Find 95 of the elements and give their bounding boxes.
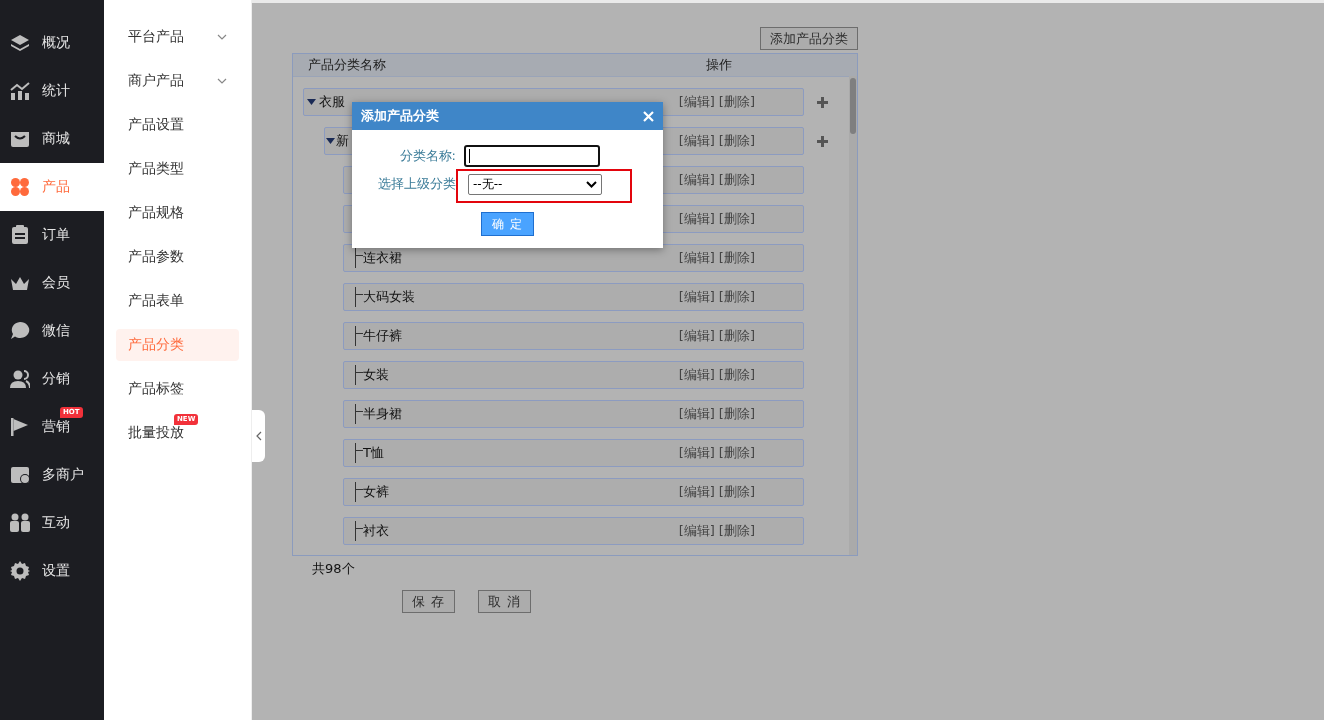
field-label: 分类名称: [398, 147, 456, 165]
tree-connector [355, 404, 363, 424]
scrollbar-thumb[interactable] [850, 78, 856, 134]
tree-connector [355, 365, 363, 385]
tree-connector [355, 287, 363, 307]
submenu-item[interactable]: 产品类型 [116, 153, 239, 185]
tree-connector [355, 521, 363, 541]
tree-connector [355, 482, 363, 502]
scrollbar[interactable] [849, 76, 857, 555]
action-link[interactable]: [编辑] [678, 132, 715, 150]
field-label: 选择上级分类 [377, 175, 456, 193]
action-link[interactable]: [编辑] [678, 93, 715, 111]
action-link[interactable]: [编辑] [678, 366, 715, 384]
action-link[interactable]: [编辑] [678, 288, 715, 306]
submenu-item[interactable]: 产品设置 [116, 109, 239, 141]
confirm-button[interactable]: 确 定 [481, 212, 534, 236]
bag-icon [10, 129, 30, 149]
action-link[interactable]: [编辑] [678, 483, 715, 501]
category-name: T恤 [363, 444, 384, 462]
action-link[interactable]: [编辑] [678, 522, 715, 540]
plus-icon[interactable] [816, 96, 828, 108]
action-link[interactable]: [编辑] [678, 405, 715, 423]
tree-connector [355, 326, 363, 346]
tree-connector [355, 248, 363, 268]
nav-item[interactable]: 订单 [0, 211, 104, 259]
action-link[interactable]: [删除] [718, 366, 755, 384]
flag-icon [10, 417, 30, 437]
nav-item[interactable]: 会员 [0, 259, 104, 307]
caret-down-icon[interactable] [307, 99, 316, 105]
chat-icon [10, 321, 30, 341]
add-category-button[interactable]: 添加产品分类 [760, 27, 858, 50]
action-link[interactable]: [编辑] [678, 444, 715, 462]
category-name: 女装 [363, 366, 389, 384]
nav-item[interactable]: 商城 [0, 115, 104, 163]
nav-item[interactable]: 统计 [0, 67, 104, 115]
nav-item[interactable]: 设置 [0, 547, 104, 595]
category-name: 连衣裙 [363, 249, 402, 267]
column-header: 操作 [706, 56, 732, 74]
chevron-down-icon [586, 181, 597, 188]
layers-icon [10, 33, 30, 53]
grid-icon [10, 177, 30, 197]
caret-down-icon[interactable] [326, 138, 335, 144]
action-link[interactable]: [删除] [718, 249, 755, 267]
category-name: 衬衣 [363, 522, 389, 540]
action-link[interactable]: [编辑] [678, 327, 715, 345]
collapse-handle[interactable] [252, 410, 265, 462]
people-icon [10, 513, 30, 533]
store-icon [10, 465, 30, 485]
submenu-item[interactable]: 产品参数 [116, 241, 239, 273]
submenu-item[interactable]: 产品分类 [116, 329, 239, 361]
dialog-title: 添加产品分类 [361, 107, 439, 125]
action-link[interactable]: [编辑] [678, 210, 715, 228]
nav-item[interactable]: 概况 [0, 19, 104, 67]
column-header: 产品分类名称 [308, 56, 387, 74]
category-name: 大码女装 [363, 288, 415, 306]
action-link[interactable]: [编辑] [678, 171, 715, 189]
action-link[interactable]: [删除] [718, 288, 755, 306]
category-name: 半身裙 [363, 405, 402, 423]
nav-item[interactable]: 微信 [0, 307, 104, 355]
category-name: 衣服 [319, 93, 345, 111]
category-name: 新 [336, 132, 349, 150]
action-link[interactable]: [删除] [718, 405, 755, 423]
users-icon [10, 369, 30, 389]
close-icon[interactable] [643, 110, 654, 122]
total-count: 共98个 [312, 560, 356, 578]
nav-item[interactable]: 多商户 [0, 451, 104, 499]
tree-connector [355, 443, 363, 463]
save-button[interactable]: 保 存 [402, 590, 456, 613]
parent-select[interactable]: --无-- [468, 174, 602, 195]
action-link[interactable]: [删除] [718, 210, 755, 228]
action-link[interactable]: [删除] [718, 327, 755, 345]
action-link[interactable]: [编辑] [678, 249, 715, 267]
submenu-item[interactable]: 产品规格 [116, 197, 239, 229]
action-link[interactable]: [删除] [718, 522, 755, 540]
action-link[interactable]: [删除] [718, 93, 755, 111]
action-link[interactable]: [删除] [718, 483, 755, 501]
submenu-item[interactable]: 商户产品 [116, 65, 239, 97]
action-link[interactable]: [删除] [718, 171, 755, 189]
submenu-item[interactable]: 平台产品 [116, 21, 239, 53]
gear-icon [10, 561, 30, 581]
clipboard-icon [10, 225, 30, 245]
action-link[interactable]: [删除] [718, 444, 755, 462]
nav-item[interactable]: 互动 [0, 499, 104, 547]
name-input-field[interactable] [464, 145, 600, 167]
submenu-item[interactable]: 产品表单 [116, 285, 239, 317]
category-name: 牛仔裤 [363, 327, 402, 345]
chart-icon [10, 81, 30, 101]
chevron-left-icon [255, 431, 262, 441]
plus-icon[interactable] [816, 135, 828, 147]
category-name: 女裤 [363, 483, 389, 501]
action-link[interactable]: [删除] [718, 132, 755, 150]
submenu-item[interactable]: 产品标签 [116, 373, 239, 405]
nav-item[interactable]: 产品 [0, 163, 104, 211]
cancel-button[interactable]: 取 消 [478, 590, 532, 613]
nav-item[interactable]: 分销 [0, 355, 104, 403]
